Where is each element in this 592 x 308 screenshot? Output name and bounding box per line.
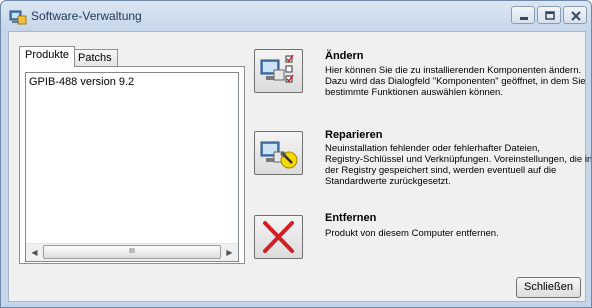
tab-produkte[interactable]: Produkte bbox=[19, 46, 76, 67]
scrollbar-thumb[interactable]: III bbox=[43, 245, 221, 259]
product-list[interactable]: GPIB-488 version 9.2 ◀ III ▶ bbox=[25, 72, 239, 262]
tab-patchs[interactable]: Patchs bbox=[72, 49, 118, 67]
maximize-icon bbox=[545, 11, 555, 20]
software-management-window: Software-Verwaltung Produkte Patchs GPIB… bbox=[0, 0, 592, 308]
close-window-button[interactable] bbox=[563, 6, 587, 24]
repair-description: Neuinstallation fehlender oder fehlerhaf… bbox=[325, 143, 592, 187]
modify-title: Ändern bbox=[325, 50, 364, 62]
scroll-right-button[interactable]: ▶ bbox=[221, 244, 238, 261]
horizontal-scrollbar[interactable]: ◀ III ▶ bbox=[26, 243, 238, 261]
dialog-client-area: Produkte Patchs GPIB-488 version 9.2 ◀ I… bbox=[8, 31, 591, 302]
modify-components-icon bbox=[260, 54, 294, 83]
close-icon bbox=[571, 11, 581, 21]
remove-button[interactable] bbox=[254, 215, 303, 259]
list-item[interactable]: GPIB-488 version 9.2 bbox=[29, 76, 134, 88]
scrollbar-grip-icon: III bbox=[129, 248, 135, 255]
window-title: Software-Verwaltung bbox=[31, 9, 142, 23]
repair-title: Reparieren bbox=[325, 129, 383, 141]
minimize-icon bbox=[520, 17, 528, 20]
close-button[interactable]: Schließen bbox=[516, 277, 581, 298]
installer-app-icon bbox=[9, 7, 27, 25]
modify-description: Hier können Sie die zu installierenden K… bbox=[325, 65, 586, 98]
minimize-button[interactable] bbox=[511, 6, 535, 24]
repair-icon bbox=[260, 141, 298, 169]
repair-button[interactable] bbox=[254, 131, 303, 175]
modify-button[interactable] bbox=[254, 49, 303, 93]
remove-x-icon bbox=[263, 221, 294, 253]
scroll-left-button[interactable]: ◀ bbox=[26, 244, 43, 261]
remove-description: Produkt von diesem Computer entfernen. bbox=[325, 228, 499, 239]
title-bar[interactable]: Software-Verwaltung bbox=[1, 1, 591, 31]
products-tab-panel: GPIB-488 version 9.2 ◀ III ▶ bbox=[19, 66, 245, 264]
maximize-button[interactable] bbox=[537, 6, 561, 24]
remove-title: Entfernen bbox=[325, 212, 377, 224]
